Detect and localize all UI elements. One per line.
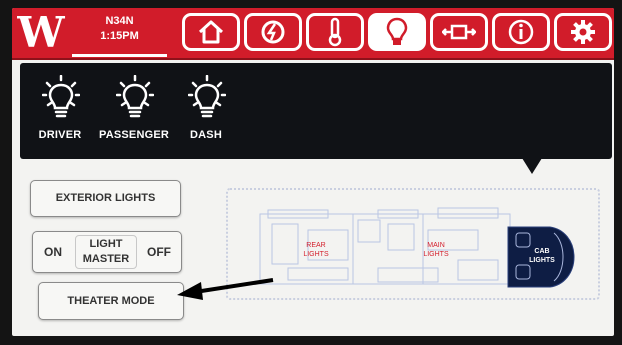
rv-floorplan: REAR LIGHTS MAIN LIGHTS CAB LIGHTS	[226, 188, 600, 300]
info-icon	[508, 19, 534, 45]
nav-power-button[interactable]	[244, 13, 302, 51]
light-master-off-button[interactable]: OFF	[141, 240, 177, 264]
light-master-label: LIGHT MASTER	[75, 235, 137, 269]
cab-lights-line2: LIGHTS	[529, 257, 555, 264]
slide-out-icon	[442, 24, 476, 40]
nav-settings-button[interactable]	[554, 13, 612, 51]
rear-lights-zone[interactable]: REAR LIGHTS	[296, 241, 336, 259]
lightbulb-icon	[116, 75, 154, 118]
light-master-on-button[interactable]: ON	[37, 240, 69, 264]
lightbulb-icon	[42, 75, 80, 118]
light-master-label-line1: LIGHT	[89, 238, 123, 250]
nav-home-button[interactable]	[182, 13, 240, 51]
main-lights-line1: MAIN	[427, 242, 445, 249]
exterior-lights-button[interactable]: EXTERIOR LIGHTS	[30, 180, 181, 217]
lightbulb-icon	[188, 75, 226, 118]
driver-light-button[interactable]: DRIVER	[20, 73, 100, 153]
nav-slideout-button[interactable]	[430, 13, 488, 51]
dash-light-button[interactable]: DASH	[166, 73, 246, 153]
settings-gear-icon	[571, 20, 595, 44]
annotation-arrow	[177, 278, 274, 300]
theater-mode-button[interactable]: THEATER MODE	[38, 282, 184, 320]
top-bar: W N34N 1:15PM	[12, 8, 614, 60]
panel-pointer	[522, 158, 542, 174]
nav-climate-button[interactable]	[306, 13, 364, 51]
lightbulb-icon	[386, 17, 408, 45]
cab-lights-line1: CAB	[534, 248, 550, 255]
main-lights-zone[interactable]: MAIN LIGHTS	[416, 241, 456, 259]
brand-logo: W	[17, 8, 65, 57]
driver-light-label: DRIVER	[38, 129, 82, 141]
nav-info-button[interactable]	[492, 13, 550, 51]
light-master-label-line2: MASTER	[82, 253, 130, 265]
rear-lights-line2: LIGHTS	[303, 251, 329, 258]
clock: 1:15PM	[100, 30, 139, 42]
status-readout: N34N 1:15PM	[72, 14, 167, 57]
rear-lights-line1: REAR	[306, 242, 326, 249]
power-icon	[261, 20, 285, 44]
thermometer-icon	[328, 17, 342, 47]
home-icon	[198, 20, 224, 44]
light-master-control: ON LIGHT MASTER OFF	[32, 231, 182, 273]
passenger-light-label: PASSENGER	[98, 129, 170, 141]
cab-lights-label: CAB LIGHTS	[522, 247, 562, 265]
location-code: N34N	[105, 15, 134, 27]
passenger-light-button[interactable]: PASSENGER	[94, 73, 174, 153]
cab-lights-zone[interactable]: CAB LIGHTS	[506, 223, 578, 291]
touchscreen: W N34N 1:15PM DRIVER PASSENGER DASH EXTE…	[12, 8, 614, 336]
dash-light-label: DASH	[190, 129, 222, 141]
main-lights-line2: LIGHTS	[423, 251, 449, 258]
nav-lights-button[interactable]	[368, 13, 426, 51]
cab-lights-panel: DRIVER PASSENGER DASH	[20, 63, 612, 159]
